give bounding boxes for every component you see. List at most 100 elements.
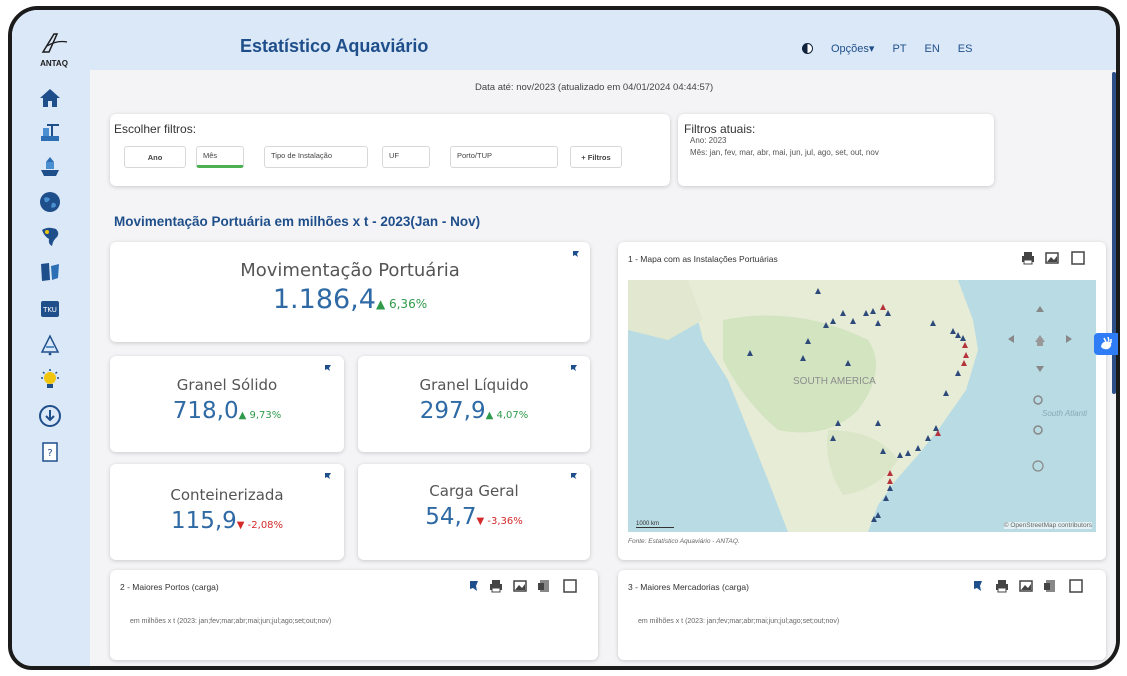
kpi-value-row: 297,9▲ 4,07%	[358, 398, 590, 424]
panel-subtitle: em milhões x t (2023: jan;fev;mar;abr;ma…	[638, 618, 840, 625]
kpi-card-granel-liquido: Granel Líquido 297,9▲ 4,07%	[358, 356, 590, 452]
lightbulb-icon[interactable]	[38, 368, 62, 392]
section-title: Movimentação Portuária em milhões x t - …	[114, 214, 481, 229]
zoom-out-icon[interactable]	[1033, 425, 1043, 435]
filter-ano-button[interactable]: Ano	[124, 146, 186, 168]
map-scale: 1000 km	[636, 521, 674, 528]
svg-text:TKU: TKU	[42, 306, 57, 314]
brazil-map-icon[interactable]	[38, 224, 62, 248]
top-goods-panel: 3 - Maiores Mercadorias (carga) em milhõ…	[618, 570, 1106, 660]
kpi-value-row: 1.186,4▲ 6,36%	[110, 284, 590, 315]
fullscreen-icon[interactable]	[562, 578, 578, 594]
fullscreen-icon[interactable]	[1070, 250, 1086, 266]
filter-uf-select[interactable]: UF	[382, 146, 430, 168]
kpi-card-movimentacao: Movimentação Portuária 1.186,4▲ 6,36%	[110, 242, 590, 342]
kpi-card-conteinerizada: Conteinerizada 115,9▼ -2,08%	[110, 464, 344, 560]
header-actions: Opções▾ PT EN ES	[802, 42, 972, 55]
logo-mark-icon	[41, 33, 68, 53]
filters-label: Escolher filtros:	[114, 122, 197, 136]
pin-icon[interactable]	[324, 364, 332, 372]
kpi-card-carga-geral: Carga Geral 54,7▼ -3,36%	[358, 464, 590, 560]
kpi-value: 115,9	[170, 508, 237, 534]
pin-icon[interactable]	[466, 578, 482, 594]
kpi-value: 54,7	[425, 504, 477, 530]
panel-title: 3 - Maiores Mercadorias (carga)	[628, 582, 749, 592]
antaq-logo[interactable]: ANTAQ	[32, 32, 76, 68]
filter-tipo-instalacao-select[interactable]: Tipo de Instalação	[264, 146, 368, 168]
kpi-value: 1.186,4	[272, 284, 376, 315]
map-label-south-america: SOUTH AMERICA	[793, 376, 876, 387]
zoom-in-icon[interactable]	[1033, 395, 1043, 405]
current-filters-label: Filtros atuais:	[684, 122, 756, 136]
kpi-label: Conteinerizada	[170, 486, 284, 504]
print-icon[interactable]	[1020, 250, 1036, 266]
excel-export-icon[interactable]	[536, 578, 552, 594]
panel-title: 1 - Mapa com as Instalações Portuárias	[628, 254, 778, 264]
pin-icon[interactable]	[570, 472, 578, 480]
kpi-label: Movimentação Portuária	[240, 260, 460, 281]
kpi-value-row: 718,0▲ 9,73%	[110, 398, 344, 424]
print-icon[interactable]	[994, 578, 1010, 594]
kpi-card-granel-solido: Granel Sólido 718,0▲ 9,73%	[110, 356, 344, 452]
lang-pt-link[interactable]: PT	[892, 43, 906, 55]
map-source: Fonte: Estatístico Aquaviário - ANTAQ.	[628, 538, 740, 545]
port-crane-icon[interactable]	[38, 120, 62, 144]
kpi-value: 297,9	[419, 398, 486, 424]
pin-icon[interactable]	[572, 250, 580, 258]
pan-up-icon[interactable]	[1036, 306, 1044, 312]
pin-icon[interactable]	[970, 578, 986, 594]
globe-icon[interactable]	[38, 190, 62, 214]
image-export-icon[interactable]	[1044, 250, 1060, 266]
pan-right-icon[interactable]	[1066, 335, 1072, 343]
contrast-toggle-icon[interactable]	[802, 43, 813, 54]
lang-es-link[interactable]: ES	[958, 43, 973, 55]
kpi-value-row: 115,9▼ -2,08%	[110, 508, 344, 534]
map-canvas: SOUTH AMERICA South Atlanti	[628, 280, 1087, 532]
kpi-label: Carga Geral	[429, 482, 519, 500]
excel-export-icon[interactable]	[1042, 578, 1058, 594]
data-update-line: Data até: nov/2023 (atualizado em 04/01/…	[475, 82, 714, 93]
filter-porto-tup-select[interactable]: Porto/TUP	[450, 146, 558, 168]
kpi-value: 718,0	[172, 398, 239, 424]
kpi-delta-up: ▲ 4,07%	[485, 410, 529, 421]
more-filters-button[interactable]: + Filtros	[570, 146, 622, 168]
tku-icon[interactable]: TKU	[38, 296, 62, 320]
top-ports-panel: 2 - Maiores Portos (carga) em milhões x …	[110, 570, 598, 660]
current-filters-card: Filtros atuais: Ano: 2023 Mês: jan, fev,…	[678, 114, 994, 186]
help-document-icon[interactable]: ?	[38, 440, 62, 464]
download-icon[interactable]	[38, 404, 62, 428]
kpi-delta-up: ▲ 6,36%	[375, 297, 428, 311]
kpi-label: Granel Sólido	[176, 376, 278, 394]
print-icon[interactable]	[488, 578, 504, 594]
image-export-icon[interactable]	[512, 578, 528, 594]
locate-icon[interactable]	[1032, 460, 1044, 472]
kpi-value-row: 54,7▼ -3,36%	[358, 504, 590, 530]
kpi-delta-up: ▲ 9,73%	[238, 410, 282, 421]
regions-icon[interactable]	[38, 260, 62, 284]
current-filter-mes: Mês: jan, fev, mar, abr, mai, jun, jul, …	[690, 148, 879, 157]
pan-left-icon[interactable]	[1008, 335, 1014, 343]
panel-subtitle: em milhões x t (2023: jan;fev;mar;abr;ma…	[130, 618, 332, 625]
options-menu[interactable]: Opções▾	[831, 42, 874, 55]
fullscreen-icon[interactable]	[1068, 578, 1084, 594]
filter-mes-select[interactable]: Mês	[196, 146, 244, 168]
svg-text:?: ?	[47, 448, 52, 459]
map-label-south-atlantic: South Atlanti	[1042, 409, 1087, 418]
kpi-delta-down: ▼ -2,08%	[236, 520, 284, 531]
home-icon[interactable]	[38, 86, 62, 110]
lang-en-link[interactable]: EN	[925, 43, 940, 55]
port-map[interactable]: SOUTH AMERICA South Atlanti 1000 km © Op…	[628, 280, 1096, 532]
pin-icon[interactable]	[324, 472, 332, 480]
pin-icon[interactable]	[570, 364, 578, 372]
logo-text: ANTAQ	[40, 59, 68, 68]
filter-chooser-card: Escolher filtros: Ano Mês Tipo de Instal…	[110, 114, 670, 186]
accessibility-tab[interactable]	[1094, 333, 1118, 355]
app-title: Estatístico Aquaviário	[240, 36, 429, 56]
app-window: ANTAQ TKU ? Estatístico Aquaviário Opçõe…	[8, 6, 1120, 670]
ship-icon[interactable]	[38, 155, 62, 179]
map-home-icon[interactable]	[1035, 335, 1045, 346]
navigation-route-icon[interactable]	[38, 332, 62, 356]
map-credit[interactable]: © OpenStreetMap contributors	[1003, 522, 1092, 529]
pan-down-icon[interactable]	[1036, 366, 1044, 372]
image-export-icon[interactable]	[1018, 578, 1034, 594]
